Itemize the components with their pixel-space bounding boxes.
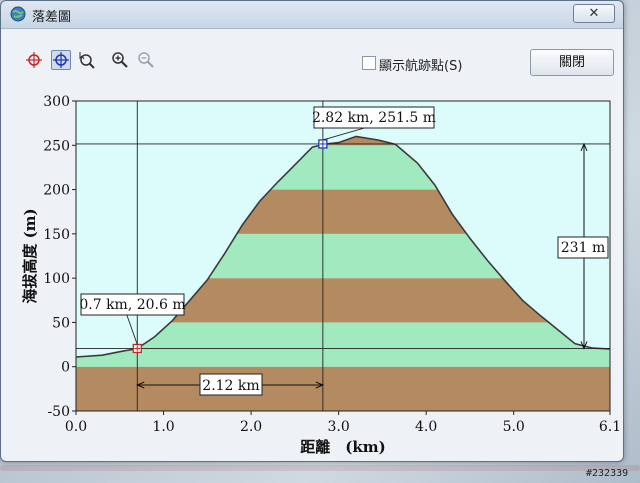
elevation-band — [76, 366, 610, 411]
vertical-difference-label: 231 m — [561, 240, 605, 256]
elevation-profile-window: 落差圖 ✕ 顯示航跡點(S) 關閉 -50 0 50 100 150 200 2… — [0, 0, 624, 462]
add-point-tool-icon[interactable] — [25, 51, 43, 69]
window-close-button[interactable]: ✕ — [573, 4, 615, 23]
x-tick-label: 5.0 — [503, 419, 525, 435]
x-tick-label: 3.0 — [327, 419, 349, 435]
background-map-streak — [0, 465, 640, 471]
show-waypoints-label: 顯示航跡點(S) — [379, 59, 463, 74]
start-point-label-text: 0.7 km, 20.6 m — [79, 297, 185, 313]
elevation-chart[interactable]: -50 0 50 100 150 200 250 300 0.0 1.0 2.0 3.0 4.0 5.0 6… — [21, 93, 621, 457]
pointer-zoom-tool-icon[interactable] — [78, 51, 96, 69]
x-tick-label: 0.0 — [65, 419, 87, 435]
toolbar: 顯示航跡點(S) 關閉 — [1, 29, 623, 89]
y-tick-label: 100 — [43, 271, 70, 287]
y-tick-label: -50 — [47, 404, 70, 420]
title-bar[interactable]: 落差圖 ✕ — [1, 1, 623, 29]
show-waypoints-checkbox[interactable] — [362, 56, 376, 70]
close-button[interactable]: 關閉 — [530, 49, 614, 76]
x-tick-label: 4.0 — [415, 419, 437, 435]
x-tick-label: 2.0 — [240, 419, 262, 435]
x-tick-label: 1.0 — [152, 419, 174, 435]
y-tick-label: 300 — [43, 94, 70, 110]
zoom-out-icon[interactable] — [137, 51, 155, 69]
watermark: #232339 — [586, 468, 629, 479]
x-axis-title: 距離 (km) — [300, 438, 385, 456]
horizontal-distance-label: 2.12 km — [202, 378, 259, 394]
y-tick-label: 50 — [52, 315, 70, 331]
y-tick-label: 250 — [43, 138, 70, 154]
x-tick-label: 6.1 — [599, 419, 619, 435]
window-title: 落差圖 — [32, 10, 72, 25]
y-tick-label: 200 — [43, 183, 70, 199]
zoom-in-icon[interactable] — [111, 51, 129, 69]
peak-point-label-text: 2.82 km, 251.5 m — [312, 110, 436, 126]
y-axis-title: 海拔高度 (m) — [21, 208, 39, 303]
y-tick-label: 150 — [43, 227, 70, 243]
select-point-tool-icon[interactable] — [51, 50, 71, 70]
close-icon: ✕ — [588, 6, 600, 21]
elevation-chart-panel: -50 0 50 100 150 200 250 300 0.0 1.0 2.0 3.0 4.0 5.0 6… — [21, 93, 621, 457]
y-tick-label: 0 — [61, 360, 70, 376]
globe-icon — [10, 6, 26, 22]
